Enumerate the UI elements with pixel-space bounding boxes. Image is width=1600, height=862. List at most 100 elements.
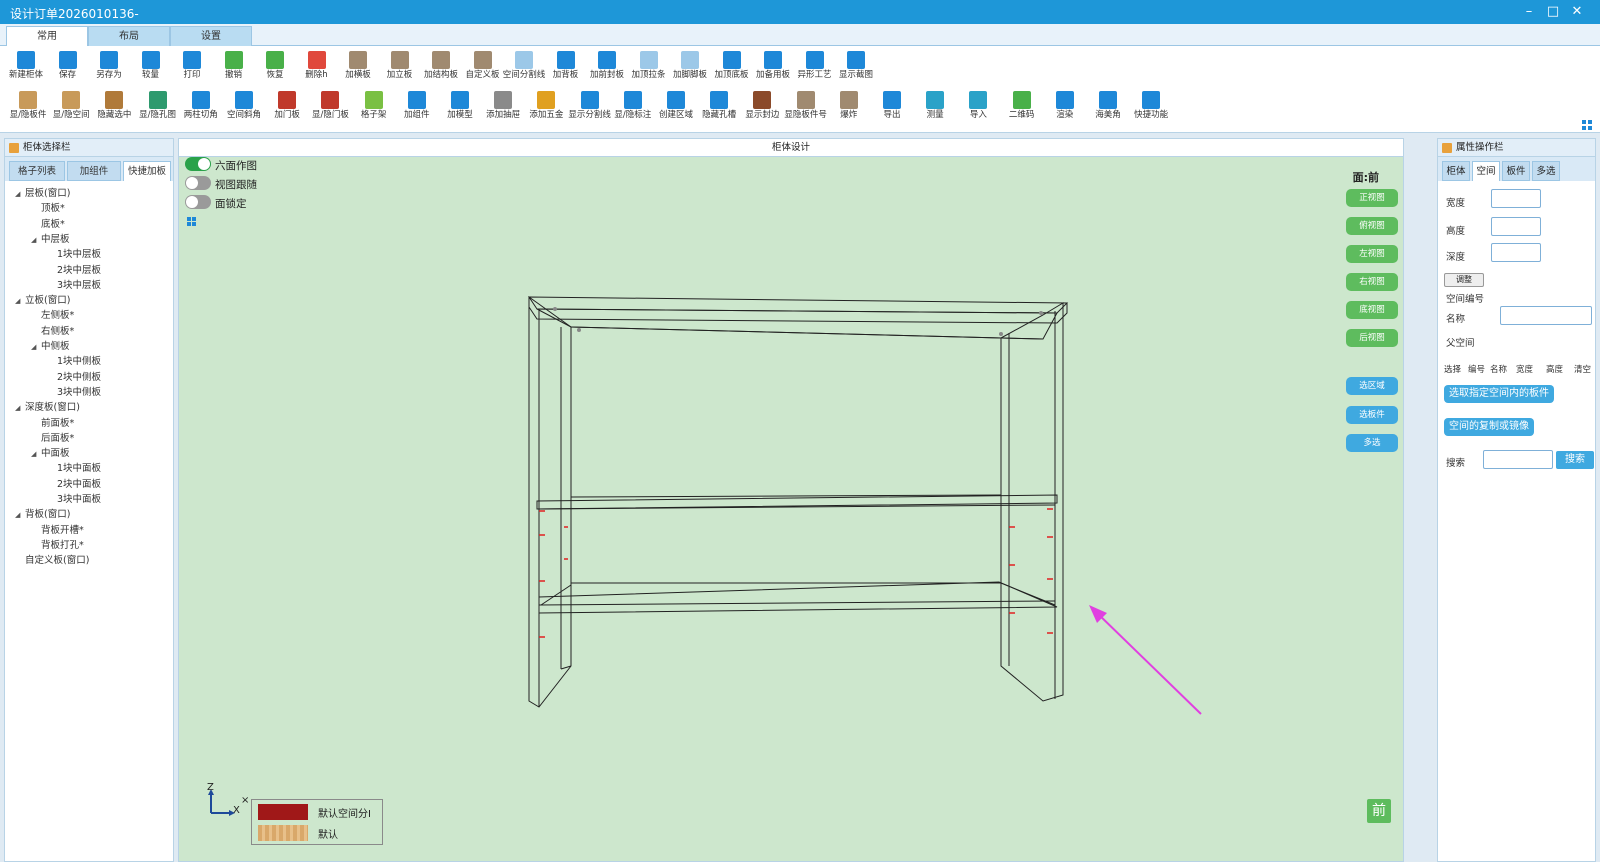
toolbar-button[interactable]: 打印 xyxy=(170,48,214,88)
tab-grid-list[interactable]: 格子列表 xyxy=(9,161,65,181)
tree-item[interactable]: 后面板* xyxy=(31,430,74,444)
select-board-button[interactable]: 选板件 xyxy=(1346,406,1398,424)
tree-item[interactable]: ◢ 层板(窗口) xyxy=(15,185,70,199)
toolbar-button[interactable]: 撤销 xyxy=(212,48,256,88)
view-follow-toggle[interactable] xyxy=(185,176,211,190)
toolbar-button[interactable]: 另存为 xyxy=(87,48,131,88)
tree-item[interactable]: 自定义板(窗口) xyxy=(15,552,89,566)
toolbar-button[interactable]: 显示分割线 xyxy=(568,88,612,128)
width-input[interactable] xyxy=(1491,189,1541,208)
tree-item[interactable]: 顶板* xyxy=(31,200,65,214)
toolbar-button[interactable]: 加备用板 xyxy=(751,48,795,88)
toolbar-button[interactable]: 删除h xyxy=(295,48,339,88)
toolbar-button[interactable]: 添加抽屉 xyxy=(481,88,525,128)
tree-item[interactable]: 2块中层板 xyxy=(47,262,101,276)
toolbar-button[interactable]: 加背板 xyxy=(544,48,588,88)
bottom-view-button[interactable]: 底视图 xyxy=(1346,301,1398,319)
tree-item[interactable]: 右侧板* xyxy=(31,323,74,337)
toolbar-button[interactable]: 二维码 xyxy=(1000,88,1044,128)
cabinet-design-viewport[interactable]: 柜体设计 六面作图 视图跟随 面锁定 面:前 正视图 俯视图 左视图 右视图 底… xyxy=(178,138,1404,862)
tree-item[interactable]: ◢ 中侧板 xyxy=(31,338,70,352)
search-button[interactable]: 搜索 xyxy=(1556,451,1594,469)
minimize-button[interactable]: – xyxy=(1517,2,1541,22)
tab-multi[interactable]: 多选 xyxy=(1532,161,1560,181)
toolbar-button[interactable]: 加门板 xyxy=(265,88,309,128)
toolbar-button[interactable]: 显/隐孔图 xyxy=(136,88,180,128)
toolbar-button[interactable]: 加脚脚板 xyxy=(668,48,712,88)
toolbar-button[interactable]: 显/隐板件 xyxy=(6,88,50,128)
toolbar-button[interactable]: 自定义板 xyxy=(461,48,505,88)
toolbar-button[interactable]: 空间斜角 xyxy=(222,88,266,128)
front-face-button[interactable]: 前 xyxy=(1367,799,1391,823)
tree-item[interactable]: 底板* xyxy=(31,216,65,230)
tree-item[interactable]: ◢ 立板(窗口) xyxy=(15,292,70,306)
tree-item[interactable]: ◢ 中面板 xyxy=(31,445,70,459)
face-lock-toggle[interactable] xyxy=(185,195,211,209)
tree-item[interactable]: 左侧板* xyxy=(31,307,74,321)
expand-arrow-icon[interactable]: ◢ xyxy=(15,404,25,412)
tab-board[interactable]: 板件 xyxy=(1502,161,1530,181)
toolbar-button[interactable]: 显隐板件号 xyxy=(784,88,828,128)
toolbar-button[interactable]: 新建柜体 xyxy=(4,48,48,88)
expand-arrow-icon[interactable]: ◢ xyxy=(31,450,41,458)
depth-input[interactable] xyxy=(1491,243,1541,262)
tree-item[interactable]: 3块中层板 xyxy=(47,277,101,291)
toolbar-button[interactable]: 两柱切角 xyxy=(179,88,223,128)
select-region-button[interactable]: 选区域 xyxy=(1346,377,1398,395)
maximize-button[interactable]: □ xyxy=(1541,2,1565,22)
height-input[interactable] xyxy=(1491,217,1541,236)
toolbar-button[interactable]: 加前封板 xyxy=(585,48,629,88)
expand-arrow-icon[interactable]: ◢ xyxy=(15,511,25,519)
toolbar-button[interactable]: 渲染 xyxy=(1043,88,1087,128)
toolbar-button[interactable]: 加顶拉条 xyxy=(627,48,671,88)
toolbar-button[interactable]: 爆炸 xyxy=(827,88,871,128)
tree-item[interactable]: 2块中侧板 xyxy=(47,369,101,383)
back-view-button[interactable]: 后视图 xyxy=(1346,329,1398,347)
tree-item[interactable]: ◢ 深度板(窗口) xyxy=(15,399,80,413)
tree-item[interactable]: 背板打孔* xyxy=(31,537,84,551)
cabinet-wireframe[interactable] xyxy=(179,139,1405,862)
tab-settings[interactable]: 设置 xyxy=(170,26,252,46)
toolbar-button[interactable]: 海美角 xyxy=(1086,88,1130,128)
toolbar-button[interactable]: 快捷功能 xyxy=(1129,88,1173,128)
tree-item[interactable]: 2块中面板 xyxy=(47,476,101,490)
toolbar-button[interactable]: 测量 xyxy=(913,88,957,128)
toolbar-button[interactable]: 较量 xyxy=(129,48,173,88)
toolbar-button[interactable]: 显/隐标注 xyxy=(611,88,655,128)
expand-arrow-icon[interactable]: ◢ xyxy=(15,190,25,198)
tree-item[interactable]: 3块中侧板 xyxy=(47,384,101,398)
tab-layout[interactable]: 布局 xyxy=(88,26,170,46)
toolbar-button[interactable]: 加结构板 xyxy=(419,48,463,88)
toolbar-button[interactable]: 加横板 xyxy=(336,48,380,88)
search-input[interactable] xyxy=(1483,450,1553,469)
toolbar-button[interactable]: 导出 xyxy=(870,88,914,128)
tree-item[interactable]: 3块中面板 xyxy=(47,491,101,505)
expand-arrow-icon[interactable]: ◢ xyxy=(31,343,41,351)
toolbar-button[interactable]: 加模型 xyxy=(438,88,482,128)
toolbar-button[interactable]: 隐藏选中 xyxy=(92,88,136,128)
toolbar-button[interactable]: 空间分割线 xyxy=(502,48,546,88)
tab-common[interactable]: 常用 xyxy=(6,26,88,47)
tree-item[interactable]: 1块中层板 xyxy=(47,246,101,260)
multi-select-button[interactable]: 多选 xyxy=(1346,434,1398,452)
close-button[interactable]: ✕ xyxy=(1565,2,1589,22)
tab-quick-add-board[interactable]: 快捷加板 xyxy=(123,161,171,181)
toolbar-button[interactable]: 显示截图 xyxy=(834,48,878,88)
front-view-button[interactable]: 正视图 xyxy=(1346,189,1398,207)
top-view-button[interactable]: 俯视图 xyxy=(1346,217,1398,235)
tab-space[interactable]: 空间 xyxy=(1472,161,1500,181)
expand-arrow-icon[interactable]: ◢ xyxy=(31,236,41,244)
toolbar-button[interactable]: 显示封边 xyxy=(740,88,784,128)
toolbar-button[interactable]: 恢复 xyxy=(253,48,297,88)
left-view-button[interactable]: 左视图 xyxy=(1346,245,1398,263)
toolbar-button[interactable]: 异形工艺 xyxy=(793,48,837,88)
toolbar-button[interactable]: 导入 xyxy=(956,88,1000,128)
toolbar-button[interactable]: 隐藏孔槽 xyxy=(697,88,741,128)
tree-item[interactable]: ◢ 背板(窗口) xyxy=(15,506,70,520)
toolbar-button[interactable]: 加顶底板 xyxy=(710,48,754,88)
right-view-button[interactable]: 右视图 xyxy=(1346,273,1398,291)
toolbar-button[interactable]: 显/隐空间 xyxy=(49,88,93,128)
tree-item[interactable]: 1块中面板 xyxy=(47,460,101,474)
expand-arrow-icon[interactable]: ◢ xyxy=(15,297,25,305)
tab-add-component[interactable]: 加组件 xyxy=(67,161,121,181)
